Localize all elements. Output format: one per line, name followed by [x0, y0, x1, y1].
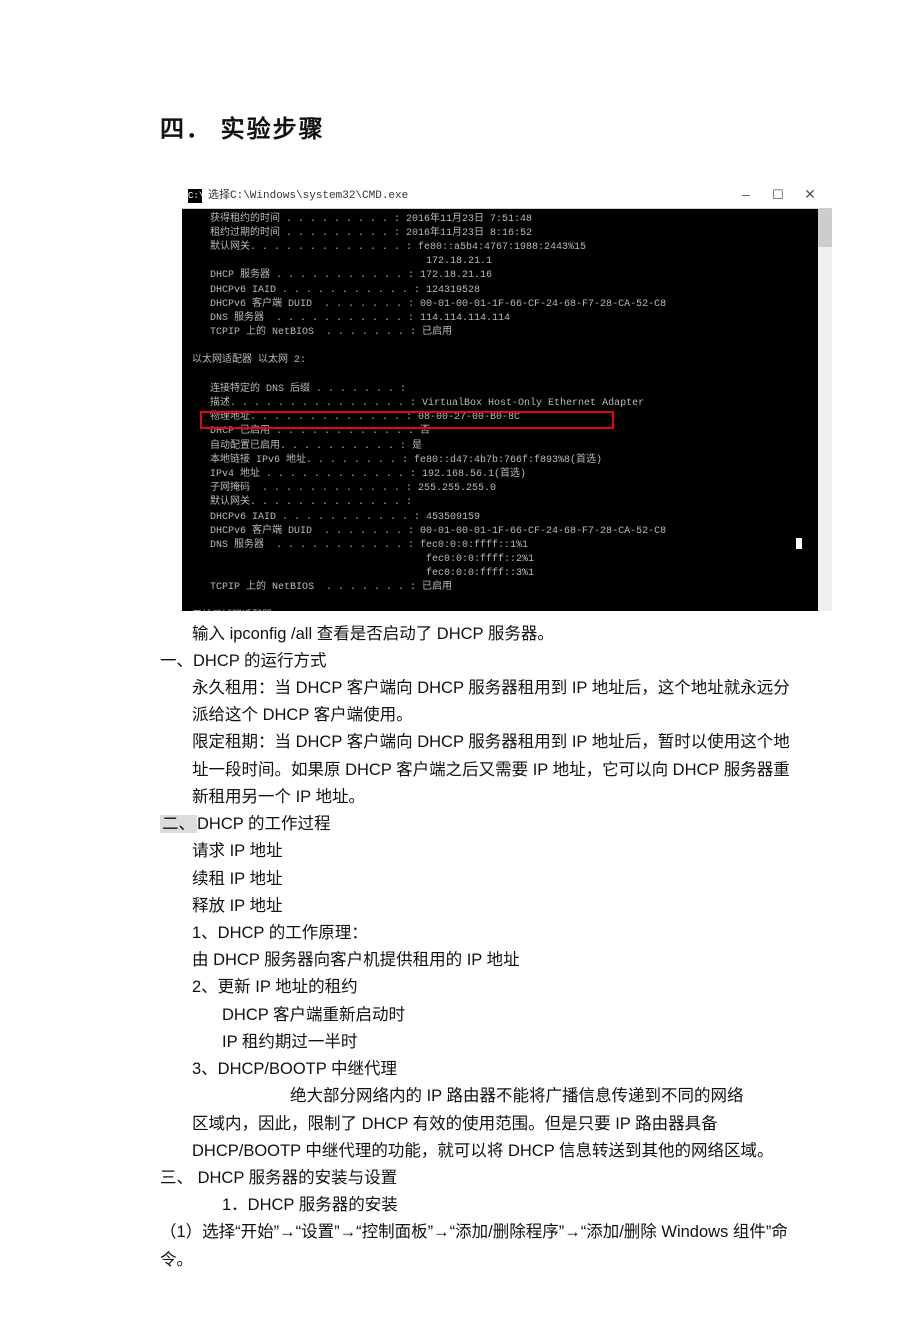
console-line: 无线局域网适配器 WLAN:	[192, 610, 826, 611]
close-button[interactable]: ✕	[794, 187, 826, 205]
console-line: 默认网关. . . . . . . . . . . . . :	[192, 496, 826, 510]
section-label-2: 二、DHCP 的工作过程	[160, 811, 790, 838]
console-output: 获得租约的时间 . . . . . . . . . : 2016年11月23日 …	[182, 209, 832, 611]
paragraph: 绝大部分网络内的 IP 路由器不能将广播信息传递到不同的网络	[160, 1083, 790, 1110]
console-line: DNS 服务器 . . . . . . . . . . . : 114.114.…	[192, 312, 826, 326]
paragraph: 区域内，因此，限制了 DHCP 有效的使用范围。但是只要 IP 路由器具备 DH…	[160, 1111, 790, 1165]
console-line: TCPIP 上的 NetBIOS . . . . . . . : 已启用	[192, 326, 826, 340]
paragraph: 3、DHCP/BOOTP 中继代理	[160, 1056, 790, 1083]
paragraph: IP 租约期过一半时	[160, 1029, 790, 1056]
paragraph: （1）选择“开始”→“设置”→“控制面板”→“添加/删除程序”→“添加/删除 W…	[160, 1219, 790, 1273]
console-line: DHCPv6 客户端 DUID . . . . . . . : 00-01-00…	[192, 525, 826, 539]
paragraph: 限定租期：当 DHCP 客户端向 DHCP 服务器租用到 IP 地址后，暂时以使…	[160, 729, 790, 811]
console-line: DNS 服务器 . . . . . . . . . . . : fec0:0:0…	[192, 539, 826, 553]
paragraph: DHCP 客户端重新启动时	[160, 1002, 790, 1029]
console-line: 以太网适配器 以太网 2:	[192, 354, 826, 368]
paragraph: 由 DHCP 服务器向客户机提供租用的 IP 地址	[160, 947, 790, 974]
highlighted-marker: 二、	[160, 815, 197, 833]
console-line: 连接特定的 DNS 后缀 . . . . . . . :	[192, 383, 826, 397]
section-label-3: 三、 DHCP 服务器的安装与设置	[160, 1165, 790, 1192]
maximize-button[interactable]: ☐	[762, 187, 794, 205]
console-line: fec0:0:0:ffff::2%1	[192, 553, 826, 567]
console-line: 描述. . . . . . . . . . . . . . . : Virtua…	[192, 397, 826, 411]
console-line: DHCPv6 客户端 DUID . . . . . . . : 00-01-00…	[192, 298, 826, 312]
section-label-1: 一、DHCP 的运行方式	[160, 648, 790, 675]
paragraph: 2、更新 IP 地址的租约	[160, 974, 790, 1001]
console-line	[192, 340, 826, 354]
highlight-annotation	[200, 411, 614, 429]
terminal-screenshot: C:\ 选择C:\Windows\system32\CMD.exe — ☐ ✕ …	[182, 184, 790, 611]
console-line: fec0:0:0:ffff::3%1	[192, 567, 826, 581]
console-line: TCPIP 上的 NetBIOS . . . . . . . : 已启用	[192, 581, 826, 595]
paragraph: 1．DHCP 服务器的安装	[160, 1192, 790, 1219]
console-line: 172.18.21.1	[192, 255, 826, 269]
paragraph: 永久租用：当 DHCP 客户端向 DHCP 服务器租用到 IP 地址后，这个地址…	[160, 675, 790, 729]
console-line: 获得租约的时间 . . . . . . . . . : 2016年11月23日 …	[192, 213, 826, 227]
paragraph: 请求 IP 地址	[160, 838, 790, 865]
minimize-button[interactable]: —	[730, 187, 762, 205]
console-line: 本地链接 IPv6 地址. . . . . . . . : fe80::d47:…	[192, 454, 826, 468]
window-titlebar: C:\ 选择C:\Windows\system32\CMD.exe — ☐ ✕	[182, 184, 832, 209]
window-title: 选择C:\Windows\system32\CMD.exe	[208, 187, 408, 205]
console-line: DHCP 服务器 . . . . . . . . . . . : 172.18.…	[192, 269, 826, 283]
console-line	[192, 369, 826, 383]
console-line	[192, 596, 826, 610]
console-line: 默认网关. . . . . . . . . . . . . : fe80::a5…	[192, 241, 826, 255]
paragraph: 释放 IP 地址	[160, 893, 790, 920]
paragraph: 1、DHCP 的工作原理：	[160, 920, 790, 947]
console-line: DHCPv6 IAID . . . . . . . . . . . : 4535…	[192, 511, 826, 525]
paragraph: 输入 ipconfig /all 查看是否启动了 DHCP 服务器。	[160, 621, 790, 648]
console-line: 子网掩码 . . . . . . . . . . . . : 255.255.2…	[192, 482, 826, 496]
cmd-icon: C:\	[188, 189, 202, 203]
scrollbar[interactable]	[818, 209, 832, 611]
console-line: DHCPv6 IAID . . . . . . . . . . . : 1243…	[192, 284, 826, 298]
text-cursor	[796, 538, 802, 549]
section-heading: 四． 实验步骤	[160, 110, 790, 150]
scrollbar-thumb[interactable]	[818, 209, 832, 247]
console-line: 自动配置已启用. . . . . . . . . . : 是	[192, 440, 826, 454]
paragraph: 续租 IP 地址	[160, 866, 790, 893]
console-line: 租约过期的时间 . . . . . . . . . : 2016年11月23日 …	[192, 227, 826, 241]
console-line: IPv4 地址 . . . . . . . . . . . . : 192.16…	[192, 468, 826, 482]
